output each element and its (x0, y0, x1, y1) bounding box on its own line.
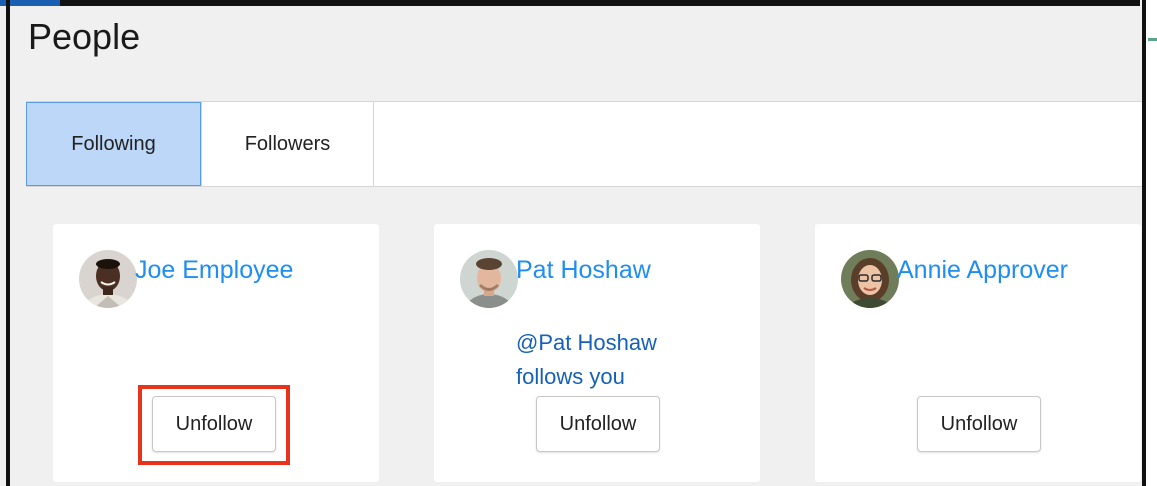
unfollow-button[interactable]: Unfollow (536, 396, 660, 452)
follows-you-note: @Pat Hoshaw follows you (516, 326, 716, 394)
avatar[interactable] (460, 250, 518, 308)
tab-following[interactable]: Following (26, 102, 201, 186)
person-card: Annie Approver Unfollow (815, 224, 1141, 482)
follows-note-handle: @Pat Hoshaw (516, 330, 657, 355)
page-title: People (28, 16, 141, 57)
unfollow-button[interactable]: Unfollow (917, 396, 1041, 452)
tab-followers[interactable]: Followers (201, 102, 374, 186)
person-name-link[interactable]: Annie Approver (897, 256, 1068, 285)
tab-bar: Following Followers (26, 101, 1142, 187)
person-name-link[interactable]: Joe Employee (135, 256, 293, 285)
person-card: Pat Hoshaw @Pat Hoshaw follows you Unfol… (434, 224, 760, 482)
avatar[interactable] (841, 250, 899, 308)
person-name-link[interactable]: Pat Hoshaw (516, 256, 651, 285)
highlight-annotation (138, 385, 290, 465)
decorative-tick (1148, 38, 1157, 41)
follows-note-text: follows you (516, 364, 625, 389)
window-border-left (6, 0, 10, 486)
app-frame: People Following Followers Joe Employee … (0, 0, 1157, 486)
avatar[interactable] (79, 250, 137, 308)
outside-area (1146, 0, 1157, 486)
window-border-top (0, 0, 1140, 6)
